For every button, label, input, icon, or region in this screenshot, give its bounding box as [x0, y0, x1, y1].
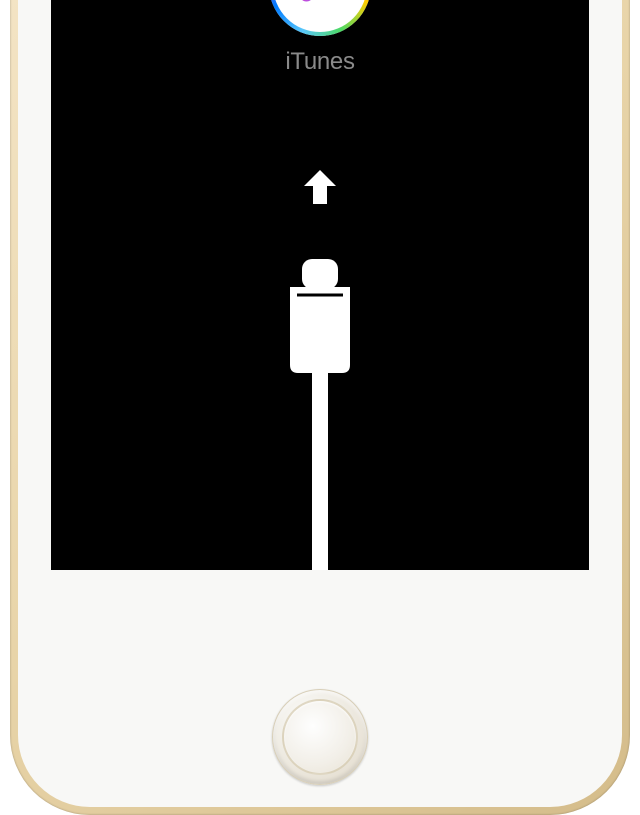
iphone-screen-recovery-mode: iTunes: [51, 0, 589, 570]
iphone-device-frame: iTunes: [10, 0, 630, 815]
lightning-cable-icon: [275, 257, 365, 570]
music-note-icon: [294, 0, 346, 11]
home-button-area: [10, 677, 630, 797]
itunes-label: iTunes: [285, 48, 354, 76]
itunes-prompt: iTunes: [269, 0, 371, 76]
home-button[interactable]: [272, 689, 368, 785]
arrow-up-icon: [299, 166, 341, 213]
recovery-mode-content: iTunes: [51, 0, 589, 570]
itunes-icon: [269, 0, 371, 36]
